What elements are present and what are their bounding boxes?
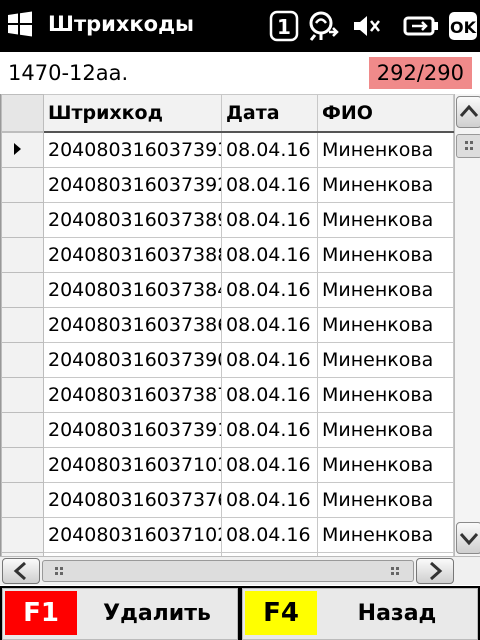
table-row[interactable]: 204080316037103 08.04.16 Миненкова: [1, 447, 454, 483]
barcode-cell[interactable]: 204080316037393: [43, 131, 222, 168]
barcode-cell[interactable]: 204080316037389: [43, 202, 222, 238]
date-cell[interactable]: 08.04.16: [221, 482, 318, 518]
date-cell[interactable]: 08.04.16: [221, 377, 318, 413]
name-cell[interactable]: Миненкова: [317, 131, 454, 168]
barcode-cell[interactable]: 204080316037390: [43, 342, 222, 378]
name-cell[interactable]: Миненкова: [317, 202, 454, 238]
date-cell[interactable]: 08.04.16: [221, 412, 318, 448]
scroll-left-button[interactable]: [2, 558, 40, 584]
horizontal-scrollbar[interactable]: [0, 556, 480, 585]
scroll-up-button[interactable]: [456, 96, 480, 128]
row-header-corner: [1, 94, 44, 133]
back-button[interactable]: F4 Назад: [242, 588, 478, 640]
row-header[interactable]: [1, 272, 44, 308]
ok-label: OK: [450, 18, 477, 37]
scroll-right-button[interactable]: [416, 558, 454, 584]
row-header[interactable]: [1, 202, 44, 238]
row-header[interactable]: [1, 167, 44, 203]
table-row[interactable]: 204080316037386 08.04.16 Миненкова: [1, 307, 454, 343]
scroll-down-button[interactable]: [456, 522, 480, 554]
table-row[interactable]: 204080316037388 08.04.16 Миненкова: [1, 237, 454, 273]
column-header-name[interactable]: ФИО: [317, 94, 454, 133]
date-cell[interactable]: 08.04.16: [221, 342, 318, 378]
date-cell[interactable]: 08.04.16: [221, 131, 318, 168]
name-cell[interactable]: Миненкова: [317, 272, 454, 308]
grid-header-row: Штрихкод Дата ФИО: [1, 94, 454, 133]
vertical-scrollbar[interactable]: [454, 94, 480, 556]
barcode-grid[interactable]: Штрихкод Дата ФИО 204080316037393 08.04.1…: [0, 94, 455, 556]
back-label: Назад: [357, 601, 437, 626]
title-bar: Штрихкоды 1 OK: [0, 0, 480, 52]
table-row[interactable]: 204080316037390 08.04.16 Миненкова: [1, 342, 454, 378]
date-cell[interactable]: 08.04.16: [221, 307, 318, 343]
notification-1-icon[interactable]: 1: [268, 10, 300, 42]
chevron-up-icon: [459, 104, 479, 117]
barcode-cell[interactable]: 204080316037391: [43, 412, 222, 448]
chevron-down-icon: [459, 533, 479, 546]
speaker-muted-icon[interactable]: [350, 10, 382, 42]
delete-button[interactable]: F1 Удалить: [2, 588, 238, 640]
name-cell[interactable]: Миненкова: [317, 412, 454, 448]
document-name: 1470-12аа.: [8, 61, 129, 85]
barcode-cell[interactable]: 204080316037103: [43, 447, 222, 483]
name-cell[interactable]: Миненкова: [317, 237, 454, 273]
info-row: 1470-12аа. 292/290: [0, 52, 480, 94]
table-row[interactable]: 204080316037376 08.04.16 Миненкова: [1, 482, 454, 518]
delete-label: Удалить: [103, 601, 211, 626]
table-row[interactable]: 204080316037389 08.04.16 Миненкова: [1, 202, 454, 238]
chevron-right-icon: [430, 561, 443, 581]
barcode-cell[interactable]: 204080316037386: [43, 307, 222, 343]
row-header[interactable]: [1, 482, 44, 518]
name-cell[interactable]: Миненкова: [317, 167, 454, 203]
date-cell[interactable]: 08.04.16: [221, 272, 318, 308]
name-cell[interactable]: Миненкова: [317, 447, 454, 483]
f4-key-badge: F4: [245, 591, 317, 635]
ok-button[interactable]: OK: [448, 10, 478, 42]
name-cell[interactable]: Миненкова: [317, 342, 454, 378]
name-cell[interactable]: Миненкова: [317, 482, 454, 518]
horizontal-scroll-thumb[interactable]: [42, 560, 414, 582]
function-key-bar: F1 Удалить F4 Назад: [0, 586, 480, 640]
barcode-cell[interactable]: 204080316037387: [43, 377, 222, 413]
table-row[interactable]: 204080316037102 08.04.16 Миненкова: [1, 517, 454, 553]
window-title: Штрихкоды: [48, 12, 195, 36]
row-header[interactable]: [1, 342, 44, 378]
column-header-date[interactable]: Дата: [221, 94, 318, 133]
chevron-left-icon: [13, 561, 26, 581]
scan-counter-badge: 292/290: [368, 57, 472, 89]
row-header[interactable]: [1, 237, 44, 273]
battery-icon[interactable]: [402, 10, 440, 42]
barcode-cell[interactable]: 204080316037376: [43, 482, 222, 518]
name-cell[interactable]: Миненкова: [317, 307, 454, 343]
name-cell[interactable]: Миненкова: [317, 377, 454, 413]
table-row[interactable]: 204080316037384 08.04.16 Миненкова: [1, 272, 454, 308]
barcode-cell[interactable]: 204080316037102: [43, 517, 222, 553]
current-row-indicator-icon: [14, 143, 21, 155]
row-header[interactable]: [1, 307, 44, 343]
table-row[interactable]: 204080316037387 08.04.16 Миненкова: [1, 377, 454, 413]
date-cell[interactable]: 08.04.16: [221, 517, 318, 553]
barcode-cell[interactable]: 204080316037384: [43, 272, 222, 308]
f1-key-badge: F1: [5, 591, 77, 635]
column-header-barcode[interactable]: Штрихкод: [43, 94, 222, 133]
row-header[interactable]: [1, 377, 44, 413]
row-header[interactable]: [1, 447, 44, 483]
row-header[interactable]: [1, 412, 44, 448]
table-row[interactable]: 204080316037393 08.04.16 Миненкова: [1, 131, 454, 168]
name-cell[interactable]: Миненкова: [317, 517, 454, 553]
date-cell[interactable]: 08.04.16: [221, 447, 318, 483]
date-cell[interactable]: 08.04.16: [221, 237, 318, 273]
row-header[interactable]: [1, 517, 44, 553]
connectivity-icon[interactable]: [307, 10, 341, 42]
notification-number: 1: [277, 15, 291, 39]
windows-logo-icon[interactable]: [6, 10, 34, 38]
date-cell[interactable]: 08.04.16: [221, 167, 318, 203]
vertical-scroll-thumb[interactable]: [456, 134, 480, 158]
barcode-cell[interactable]: 204080316037392: [43, 167, 222, 203]
barcode-cell[interactable]: 204080316037388: [43, 237, 222, 273]
table-row[interactable]: 204080316037392 08.04.16 Миненкова: [1, 167, 454, 203]
row-header[interactable]: [1, 131, 44, 168]
table-row[interactable]: 204080316037391 08.04.16 Миненкова: [1, 412, 454, 448]
date-cell[interactable]: 08.04.16: [221, 202, 318, 238]
